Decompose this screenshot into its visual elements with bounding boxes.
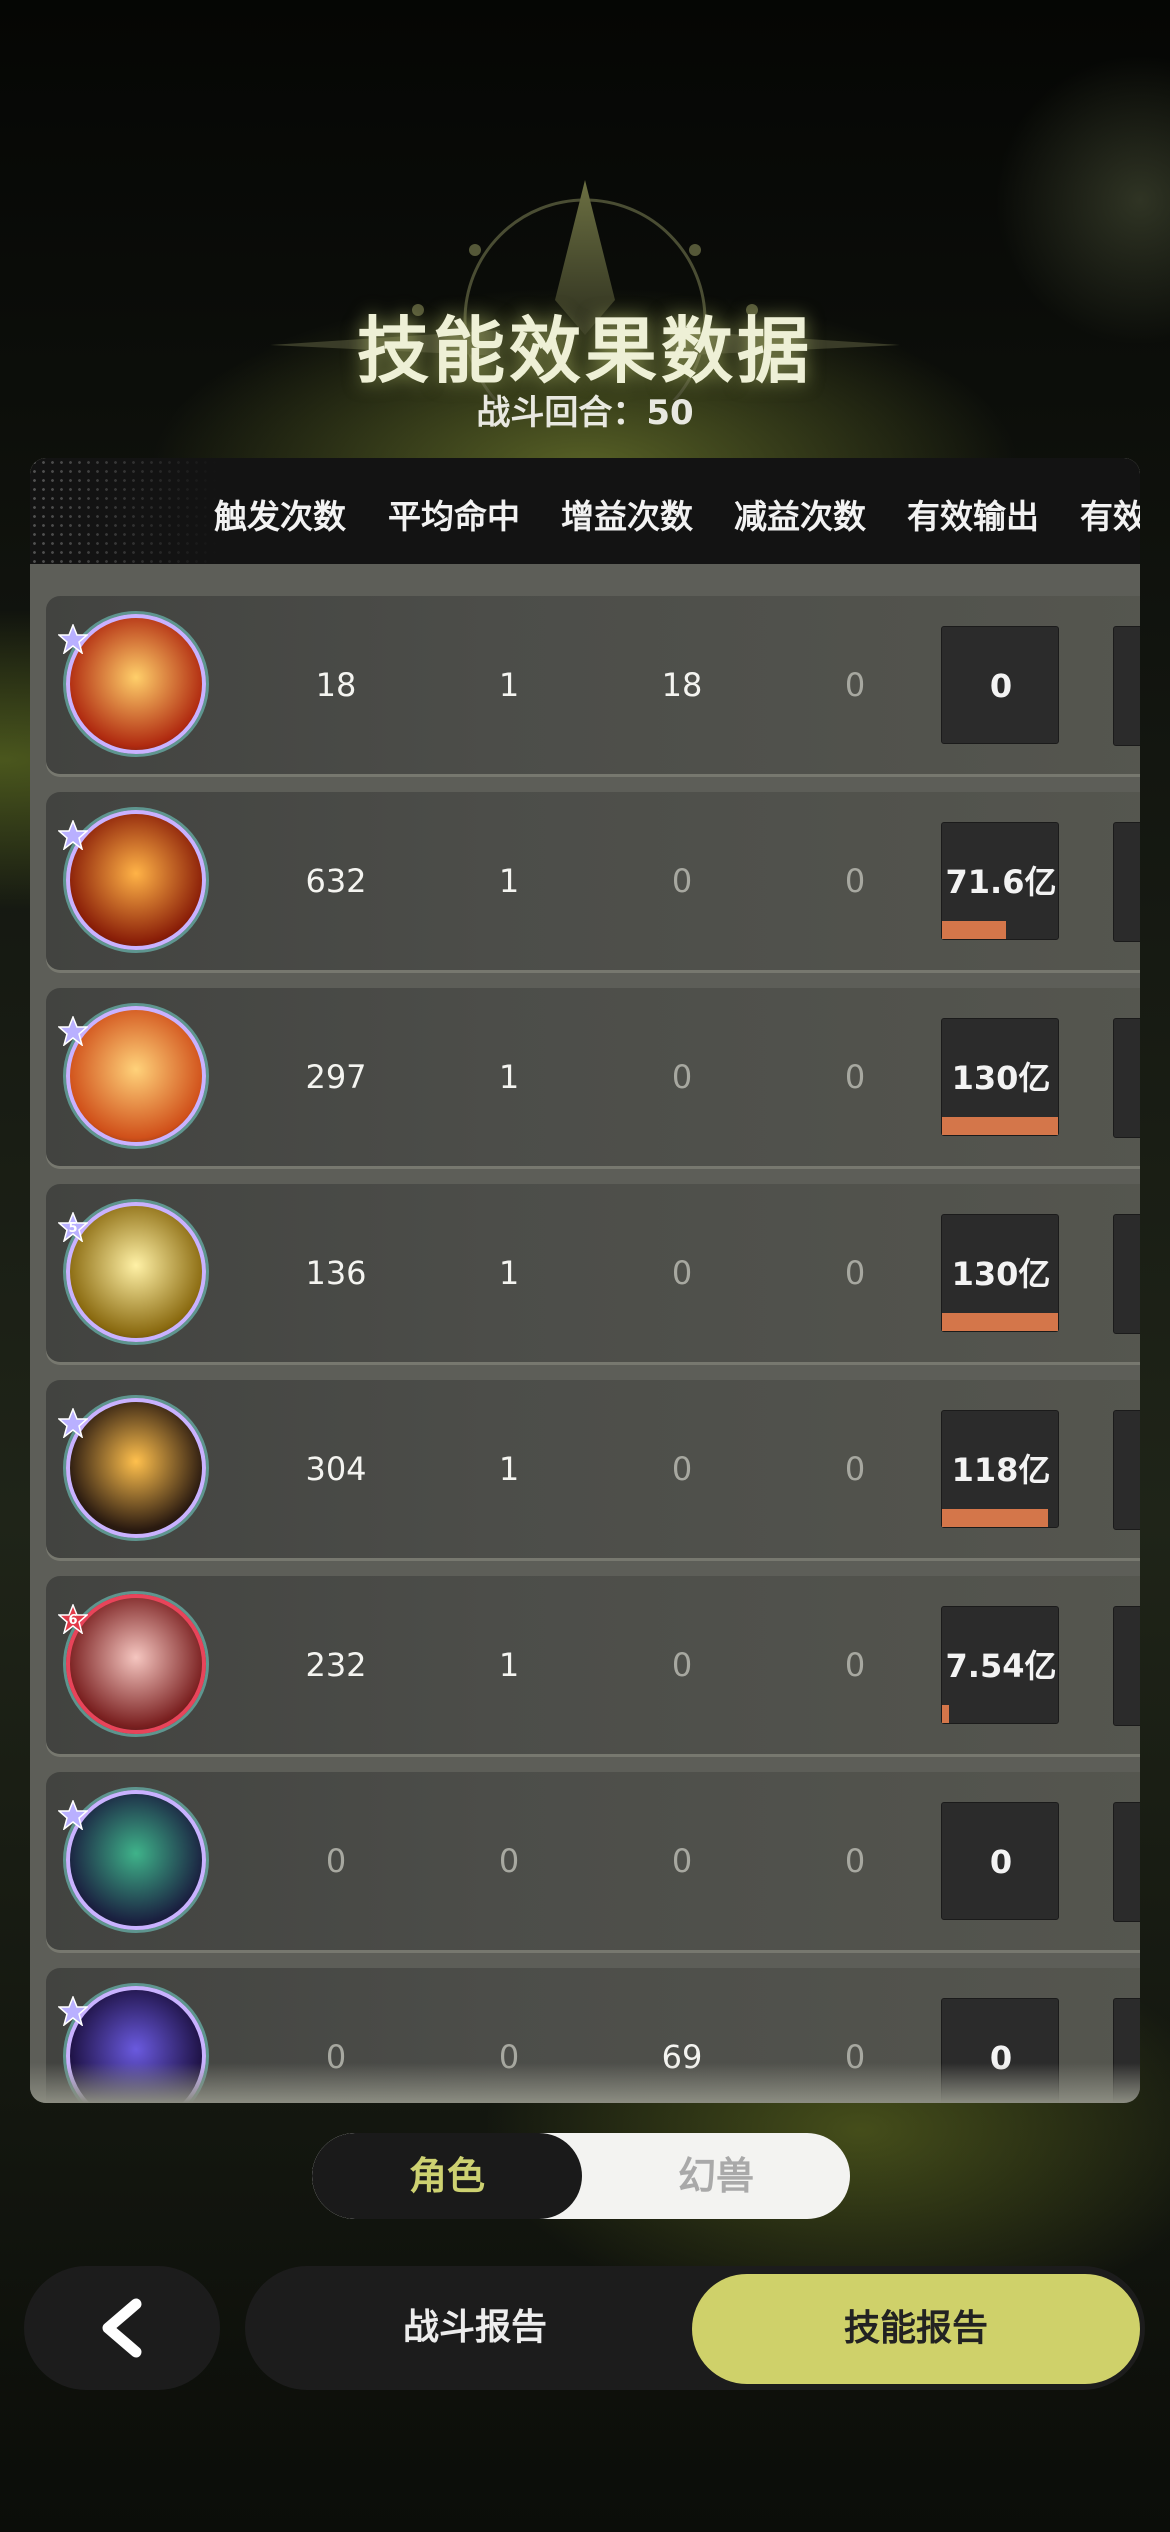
cell-triggers: 304 xyxy=(305,1450,367,1488)
rank-star-icon: 5 xyxy=(57,1210,89,1243)
effective-output-value: 0 xyxy=(989,667,1013,705)
table-row[interactable]: 297 1 0 0 130亿 xyxy=(46,988,1140,1166)
skill-report-button[interactable]: 技能报告 xyxy=(692,2274,1140,2384)
svg-text:6: 6 xyxy=(68,1613,77,1628)
cell-buffs: 0 xyxy=(671,1842,693,1880)
scroll-fade xyxy=(30,2063,1140,2103)
effective-output-bar xyxy=(942,1313,1058,1331)
cell-triggers: 297 xyxy=(305,1058,367,1096)
table-header: 触发次数 平均命中 增益次数 减益次数 有效输出 有效 xyxy=(30,458,1140,564)
cell-avg-hit: 1 xyxy=(498,862,520,900)
cell-buffs: 0 xyxy=(671,862,693,900)
cell-debuffs: 0 xyxy=(844,666,866,704)
cell-debuffs: 0 xyxy=(844,1058,866,1096)
next-column-box xyxy=(1113,1214,1140,1334)
cell-buffs: 18 xyxy=(661,666,703,704)
effective-output-bar xyxy=(942,1509,1048,1527)
table-body[interactable]: 18 1 18 0 0 632 1 0 0 71.6亿 297 1 0 0 130亿 5 136 1 0 0 130亿 3… xyxy=(30,564,1140,2103)
effective-output-bar xyxy=(942,921,1006,939)
effective-output-box: 0 xyxy=(941,626,1059,744)
effective-output-box: 0 xyxy=(941,1802,1059,1920)
next-column-box xyxy=(1113,822,1140,942)
rank-star-icon xyxy=(57,1406,89,1439)
cell-debuffs: 0 xyxy=(844,1450,866,1488)
rank-star-icon xyxy=(57,818,89,851)
cell-avg-hit: 1 xyxy=(498,1058,520,1096)
next-column-box xyxy=(1113,1606,1140,1726)
rank-star-icon xyxy=(57,622,89,655)
cell-triggers: 632 xyxy=(305,862,367,900)
table-row[interactable]: 0 0 0 0 0 xyxy=(46,1772,1140,1950)
cell-triggers: 18 xyxy=(315,666,357,704)
column-header-triggers: 触发次数 xyxy=(214,497,346,536)
chevron-left-icon xyxy=(102,2298,142,2358)
effective-output-value: 0 xyxy=(989,1843,1013,1881)
cell-debuffs: 0 xyxy=(844,862,866,900)
back-button[interactable] xyxy=(24,2266,220,2390)
next-column-box xyxy=(1113,1018,1140,1138)
cell-debuffs: 0 xyxy=(844,1646,866,1684)
cell-debuffs: 0 xyxy=(844,1842,866,1880)
battle-report-button[interactable]: 战斗报告 xyxy=(320,2266,630,2390)
next-column-box xyxy=(1113,626,1140,746)
effective-output-bar xyxy=(942,1117,1058,1135)
effective-output-box: 7.54亿 xyxy=(941,1606,1059,1724)
table-row[interactable]: 304 1 0 0 118亿 xyxy=(46,1380,1140,1558)
cell-debuffs: 0 xyxy=(844,1254,866,1292)
next-column-box xyxy=(1113,1802,1140,1922)
toggle-option-character[interactable]: 角色 xyxy=(312,2133,582,2219)
rank-star-icon xyxy=(57,1994,89,2027)
rank-star-icon: 6 xyxy=(57,1602,89,1635)
cell-avg-hit: 1 xyxy=(498,1450,520,1488)
battle-round-label: 战斗回合：50 xyxy=(476,393,694,433)
cell-triggers: 0 xyxy=(325,1842,347,1880)
cell-triggers: 136 xyxy=(305,1254,367,1292)
effective-output-box: 118亿 xyxy=(941,1410,1059,1528)
column-header-effective-output: 有效输出 xyxy=(907,497,1039,536)
role-beast-toggle[interactable]: 角色 幻兽 xyxy=(312,2133,850,2219)
header-dot-pattern xyxy=(30,458,220,564)
rank-star-icon xyxy=(57,1798,89,1831)
table-row[interactable]: 6 232 1 0 0 7.54亿 xyxy=(46,1576,1140,1754)
effective-output-value: 7.54亿 xyxy=(945,1647,1057,1685)
column-header-debuffs: 减益次数 xyxy=(734,497,866,536)
skill-data-table[interactable]: 触发次数 平均命中 增益次数 减益次数 有效输出 有效 18 1 18 0 0 632 1 0… xyxy=(30,458,1140,2103)
svg-text:5: 5 xyxy=(68,1221,77,1236)
table-row[interactable]: 5 136 1 0 0 130亿 xyxy=(46,1184,1140,1362)
effective-output-box: 130亿 xyxy=(941,1018,1059,1136)
next-column-box xyxy=(1113,1410,1140,1530)
cell-triggers: 232 xyxy=(305,1646,367,1684)
cell-avg-hit: 1 xyxy=(498,1646,520,1684)
cell-avg-hit: 0 xyxy=(498,1842,520,1880)
column-header-buffs: 增益次数 xyxy=(561,497,693,536)
effective-output-box: 130亿 xyxy=(941,1214,1059,1332)
table-row[interactable]: 632 1 0 0 71.6亿 xyxy=(46,792,1140,970)
cell-buffs: 0 xyxy=(671,1450,693,1488)
cell-buffs: 0 xyxy=(671,1058,693,1096)
effective-output-box: 71.6亿 xyxy=(941,822,1059,940)
cell-buffs: 0 xyxy=(671,1254,693,1292)
effective-output-bar xyxy=(942,1705,949,1723)
column-header-effective-truncated: 有效 xyxy=(1080,497,1140,536)
cell-buffs: 0 xyxy=(671,1646,693,1684)
page-title: 技能效果数据 xyxy=(356,309,813,393)
cell-avg-hit: 1 xyxy=(498,666,520,704)
column-header-avg-hit: 平均命中 xyxy=(388,497,520,536)
toggle-option-beast[interactable]: 幻兽 xyxy=(582,2133,850,2219)
cell-avg-hit: 1 xyxy=(498,1254,520,1292)
table-row[interactable]: 18 1 18 0 0 xyxy=(46,596,1140,774)
rank-star-icon xyxy=(57,1014,89,1047)
